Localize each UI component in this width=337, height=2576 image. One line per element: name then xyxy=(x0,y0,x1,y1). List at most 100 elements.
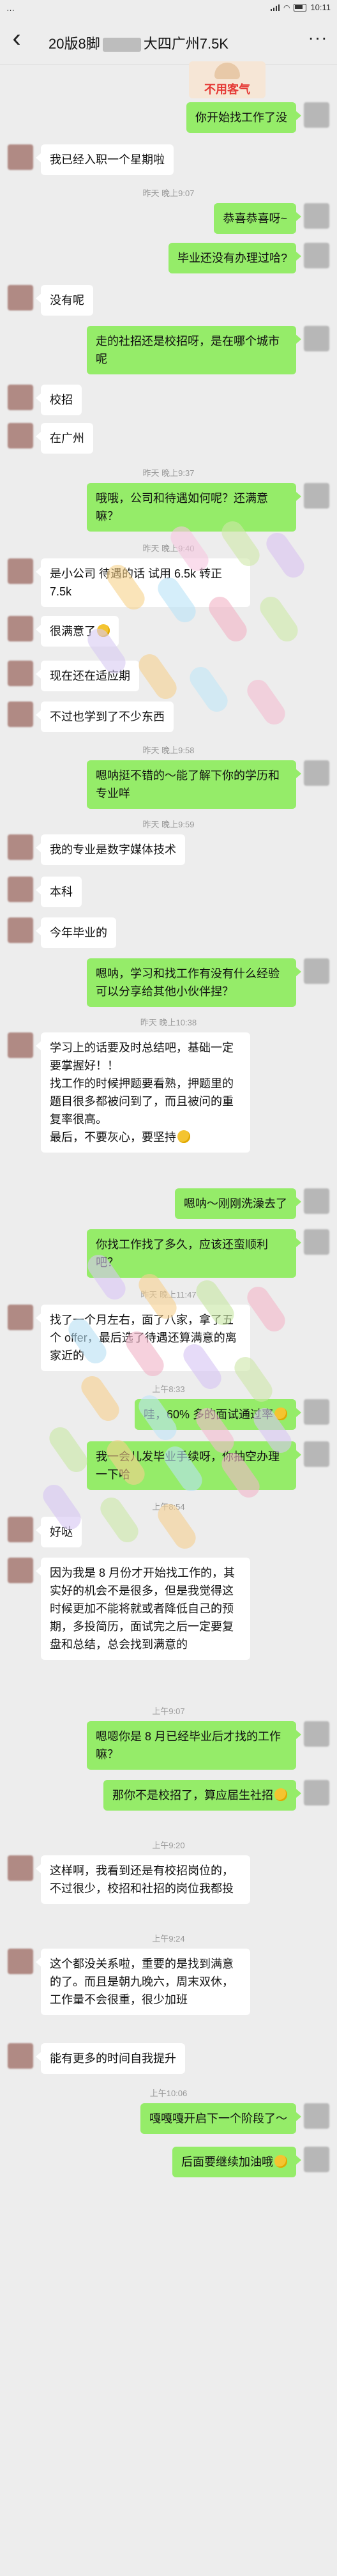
message-bubble[interactable]: 这个都没关系啦，重要的是找到满意的了。而且是朝九晚六，周末双休，工作量不会很重，… xyxy=(36,1949,250,2015)
message-bubble[interactable]: 我已经入职一个星期啦 xyxy=(36,144,174,175)
message-bubble[interactable]: 很满意了 xyxy=(36,616,119,647)
message-text: 嘎嘎嘎开启下一个阶段了～ xyxy=(149,2112,287,2125)
chevron-left-icon[interactable]: ‹ xyxy=(4,26,29,52)
message-bubble[interactable]: 走的社招还是校招呀，是在哪个城市呢 xyxy=(87,326,301,374)
avatar[interactable] xyxy=(304,2147,329,2172)
message-text: 因为我是 8 月份才开始找工作的，其实好的机会不是很多，但是我觉得这时候更加不能… xyxy=(50,1567,236,1651)
more-icon[interactable]: ··· xyxy=(305,28,331,51)
timestamp: 上午9:20 xyxy=(152,1841,185,1850)
avatar[interactable] xyxy=(304,1780,329,1805)
avatar[interactable] xyxy=(8,1855,33,1881)
avatar[interactable] xyxy=(8,285,33,310)
message-bubble[interactable]: 我一会儿发毕业手续呀，你抽空办理一下哈 xyxy=(87,1441,301,1490)
status-bar: … ◠ 10:11 xyxy=(0,0,337,15)
avatar[interactable] xyxy=(304,102,329,128)
message-bubble[interactable]: 因为我是 8 月份才开始找工作的，其实好的机会不是很多，但是我觉得这时候更加不能… xyxy=(36,1558,250,1660)
message-bubble[interactable]: 学习上的话要及时总结吧，基础一定要掌握好！！ 找工作的时候押题要看熟，押题里的题… xyxy=(36,1032,250,1153)
message-bubble[interactable]: 没有呢 xyxy=(36,285,93,316)
message-bubble[interactable]: 嘎嘎嘎开启下一个阶段了～ xyxy=(140,2103,301,2134)
avatar[interactable] xyxy=(8,834,33,860)
message-bubble[interactable]: 能有更多的时间自我提升 xyxy=(36,2043,185,2074)
timestamp: 上午9:07 xyxy=(152,1706,185,1716)
message-bubble[interactable]: 那你不是校招了，算应届生社招 xyxy=(103,1780,301,1811)
message-bubble[interactable]: 你开始找工作了没 xyxy=(186,102,301,133)
message-text: 我的专业是数字媒体技术 xyxy=(50,843,176,856)
watermark-shape xyxy=(262,528,309,582)
avatar[interactable] xyxy=(304,1399,329,1425)
avatar[interactable] xyxy=(8,1032,33,1058)
timestamp: 昨天 晚上11:47 xyxy=(140,1290,197,1300)
message-text: 能有更多的时间自我提升 xyxy=(50,2052,176,2065)
avatar[interactable] xyxy=(304,2103,329,2129)
battery-icon xyxy=(294,3,307,12)
message-text: 嗯呐，学习和找工作有没有什么经验可以分享给其他小伙伴捏？ xyxy=(96,967,280,998)
message-bubble[interactable]: 毕业还没有办理过哈? xyxy=(168,243,302,273)
timestamp: 昨天 晚上9:58 xyxy=(142,746,195,755)
message-bubble[interactable]: 在广州 xyxy=(36,423,93,454)
message-bubble[interactable]: 恭喜恭喜呀~ xyxy=(214,203,301,234)
avatar[interactable] xyxy=(8,1558,33,1583)
message-bubble[interactable]: 不过也学到了不少东西 xyxy=(36,702,174,732)
message-bubble[interactable]: 我的专业是数字媒体技术 xyxy=(36,834,185,865)
message-bubble[interactable]: 好哒 xyxy=(36,1517,82,1547)
message-bubble[interactable]: 嗯呐～刚刚洗澡去了 xyxy=(175,1188,301,1219)
avatar[interactable] xyxy=(304,1441,329,1467)
avatar[interactable] xyxy=(8,1517,33,1542)
avatar[interactable] xyxy=(304,483,329,509)
watermark-shape xyxy=(45,1423,92,1476)
message-text: 今年毕业的 xyxy=(50,926,107,939)
chat-title: 20版8脚 大四广州7.5K xyxy=(49,33,278,53)
message-bubble[interactable]: 今年毕业的 xyxy=(36,917,116,948)
message-text: 哇，60% 多的面试通过率 xyxy=(143,1408,273,1421)
watermark-shape xyxy=(185,663,232,716)
message-text: 恭喜恭喜呀~ xyxy=(223,212,287,225)
message-bubble[interactable]: 后面要继续加油哦 xyxy=(172,2147,301,2177)
status-right: ◠ 10:11 xyxy=(270,3,331,12)
timestamp: 昨天 晚上9:40 xyxy=(142,544,195,553)
message-bubble[interactable]: 你找工作找了多久，应该还蛮顺利吧？ xyxy=(87,1229,301,1278)
avatar[interactable] xyxy=(8,385,33,410)
emoji-icon xyxy=(274,2155,287,2168)
chat-screen: … ◠ 10:11 ‹ 20版8脚 大四广州7.5K ··· 不用客气 你开始找工… xyxy=(0,0,337,2576)
avatar[interactable] xyxy=(304,243,329,268)
avatar[interactable] xyxy=(304,958,329,984)
avatar[interactable] xyxy=(8,1949,33,1974)
message-text: 毕业还没有办理过哈? xyxy=(177,252,287,264)
message-text: 是小公司 待遇的话 试用 6.5k 转正 7.5k xyxy=(50,567,223,598)
watermark-shape xyxy=(243,675,290,729)
avatar[interactable] xyxy=(8,2043,33,2069)
message-bubble[interactable]: 是小公司 待遇的话 试用 6.5k 转正 7.5k xyxy=(36,558,250,607)
avatar[interactable] xyxy=(304,1188,329,1214)
avatar[interactable] xyxy=(304,1229,329,1255)
message-text: 找了一个月左右，面了八家，拿了五个 offer，最后选了待遇还算满意的离家近的 xyxy=(50,1314,237,1362)
message-bubble[interactable]: 校招 xyxy=(36,385,82,415)
message-bubble[interactable]: 找了一个月左右，面了八家，拿了五个 offer，最后选了待遇还算满意的离家近的 xyxy=(36,1305,250,1371)
avatar[interactable] xyxy=(304,760,329,786)
message-text: 学习上的话要及时总结吧，基础一定要掌握好！！ 找工作的时候押题要看熟，押题里的题… xyxy=(50,1041,234,1144)
avatar[interactable] xyxy=(8,558,33,584)
avatar[interactable] xyxy=(304,326,329,351)
timestamp: 上午9:24 xyxy=(152,1934,185,1943)
avatar[interactable] xyxy=(8,423,33,448)
avatar[interactable] xyxy=(304,203,329,229)
message-bubble[interactable]: 嗯嗯你是 8 月已经毕业后才找的工作嘛？ xyxy=(87,1721,301,1770)
message-bubble[interactable]: 本科 xyxy=(36,877,82,907)
chat-title-suffix: 大四广州7.5K xyxy=(143,36,228,52)
avatar[interactable] xyxy=(8,1305,33,1330)
message-bubble[interactable]: 哦哦，公司和待遇如何呢？还满意嘛？ xyxy=(87,483,301,532)
signal-icon xyxy=(270,4,280,11)
avatar[interactable] xyxy=(8,661,33,686)
message-bubble[interactable]: 嗯呐挺不错的～能了解下你的学历和专业咩 xyxy=(87,760,301,809)
message-bubble[interactable]: 现在还在适应期 xyxy=(36,661,139,691)
avatar[interactable] xyxy=(8,702,33,727)
avatar[interactable] xyxy=(8,144,33,170)
watermark-shape xyxy=(77,1372,124,1425)
message-bubble[interactable]: 这样啊，我看到还是有校招岗位的，不过很少，校招和社招的岗位我都投 xyxy=(36,1855,250,1904)
sticker-face xyxy=(214,63,240,79)
avatar[interactable] xyxy=(8,917,33,943)
avatar[interactable] xyxy=(8,877,33,902)
avatar[interactable] xyxy=(8,616,33,641)
message-bubble[interactable]: 哇，60% 多的面试通过率 xyxy=(134,1399,302,1430)
avatar[interactable] xyxy=(304,1721,329,1747)
message-bubble[interactable]: 嗯呐，学习和找工作有没有什么经验可以分享给其他小伙伴捏？ xyxy=(87,958,301,1007)
